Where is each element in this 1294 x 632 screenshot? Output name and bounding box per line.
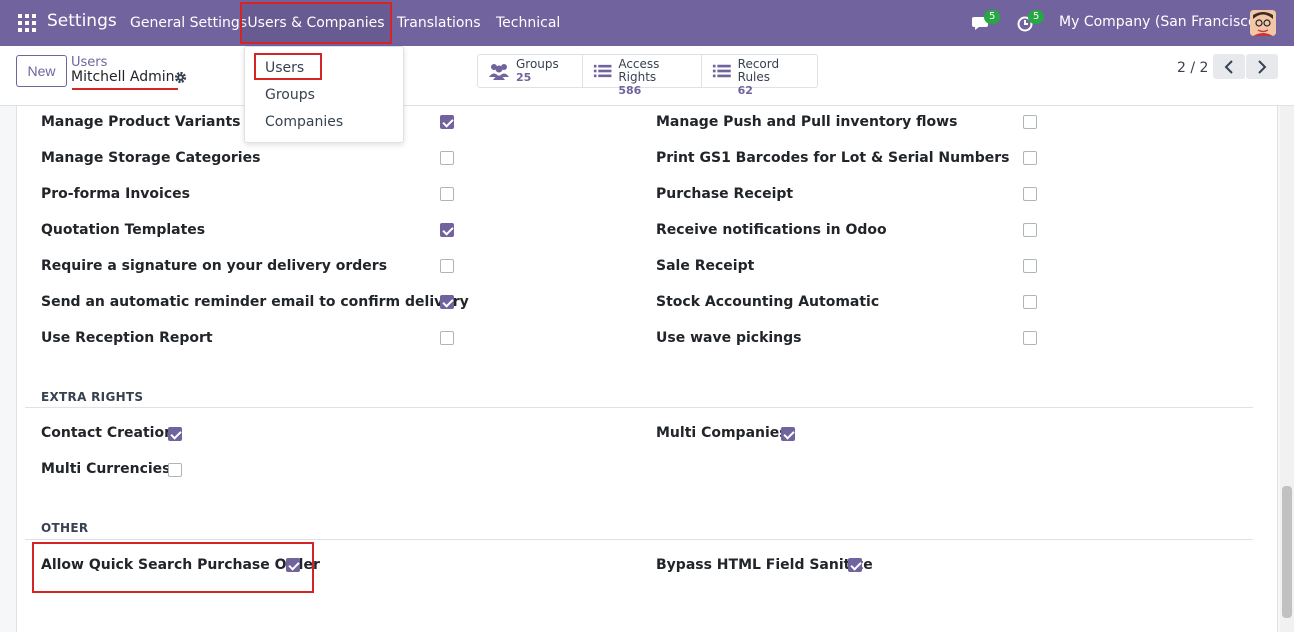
other-heading: OTHER [41,521,89,535]
pager-previous-button[interactable] [1213,54,1245,79]
groups-stat-button[interactable]: Groups 25 [478,55,583,87]
chevron-left-icon [1224,59,1233,74]
messages-badge: 5 [984,10,1001,24]
groups-label: Groups [516,57,559,71]
extra-right-label: Multi Currencies [41,461,171,477]
perm-left-checkbox[interactable] [440,187,454,201]
breadcrumb-highlight [72,88,178,90]
section-divider [25,539,1253,540]
top-navbar: Settings General Settings Users & Compan… [0,0,1294,46]
breadcrumb-current: Mitchell Admin [71,69,175,85]
extra-right-checkbox[interactable] [168,463,182,477]
perm-left-checkbox[interactable] [440,331,454,345]
extra-right-checkbox[interactable] [168,427,182,441]
perm-right-label: Manage Push and Pull inventory flows [656,114,958,130]
dropdown-item-groups[interactable]: Groups [265,87,315,103]
other-label: Bypass HTML Field Sanitize [656,557,873,573]
list-icon [712,64,731,78]
access-rights-label: Access Rights [618,57,660,84]
activities-button[interactable]: 5 [1016,10,1045,33]
users-companies-dropdown: Users Groups Companies [244,46,404,143]
perm-left-label: Require a signature on your delivery ord… [41,258,388,274]
extra-right-label: Contact Creation [41,425,175,441]
menu-technical[interactable]: Technical [496,0,560,46]
perm-left-checkbox[interactable] [440,115,454,129]
perm-right-checkbox[interactable] [1023,259,1037,273]
record-rules-count: 62 [737,84,753,97]
activities-badge: 5 [1028,10,1045,24]
breadcrumb-parent[interactable]: Users [71,55,107,70]
perm-right-checkbox[interactable] [1023,223,1037,237]
perm-left-checkbox[interactable] [440,223,454,237]
company-switcher[interactable]: My Company (San Francisco) [1059,14,1262,30]
record-rules-label: Record Rules [737,57,780,84]
perm-right-checkbox[interactable] [1023,115,1037,129]
dropdown-item-users[interactable]: Users [265,60,304,76]
perm-right-label: Sale Receipt [656,258,755,274]
apps-grid-icon[interactable] [18,14,36,32]
extra-right-label: Multi Companies [656,425,788,441]
section-divider [25,407,1253,408]
perm-right-checkbox[interactable] [1023,331,1037,345]
menu-translations[interactable]: Translations [397,0,481,46]
access-rights-count: 586 [618,84,642,97]
groups-count: 25 [516,71,532,84]
annotation-highlight-box [32,542,314,593]
avatar-face-icon [1250,10,1276,36]
perm-right-label: Receive notifications in Odoo [656,222,887,238]
app-brand[interactable]: Settings [47,11,117,31]
perm-left-label: Send an automatic reminder email to conf… [41,294,469,310]
perm-left-label: Pro-forma Invoices [41,186,190,202]
perm-left-checkbox[interactable] [440,151,454,165]
menu-general-settings[interactable]: General Settings [130,0,247,46]
smart-buttons: Groups 25 Access Rights 586 Record Rules… [477,54,818,97]
other-checkbox[interactable] [848,558,862,572]
list-icon [593,64,612,78]
chevron-right-icon [1258,59,1267,74]
perm-left-label: Manage Product Variants [41,114,241,130]
extra-right-checkbox[interactable] [781,427,795,441]
record-rules-stat-button[interactable]: Record Rules 62 [702,55,817,97]
user-avatar[interactable] [1250,10,1276,36]
menu-users-companies[interactable]: Users & Companies [240,2,392,44]
perm-right-label: Use wave pickings [656,330,802,346]
control-panel: New Users Mitchell Admin Groups 25 Acces… [0,46,1294,106]
scrollbar-thumb[interactable] [1282,486,1292,618]
messages-button[interactable]: 5 [972,10,1001,33]
perm-right-label: Print GS1 Barcodes for Lot & Serial Numb… [656,150,1010,166]
dropdown-item-companies[interactable]: Companies [265,114,343,130]
perm-left-checkbox[interactable] [440,295,454,309]
perm-right-checkbox[interactable] [1023,187,1037,201]
perm-right-checkbox[interactable] [1023,295,1037,309]
perm-left-label: Use Reception Report [41,330,213,346]
perm-left-label: Quotation Templates [41,222,206,238]
perm-right-checkbox[interactable] [1023,151,1037,165]
perm-left-checkbox[interactable] [440,259,454,273]
new-button[interactable]: New [16,55,67,87]
extra-rights-heading: EXTRA RIGHTS [41,390,144,404]
perm-left-label: Manage Storage Categories [41,150,261,166]
perm-right-label: Purchase Receipt [656,186,794,202]
perm-right-label: Stock Accounting Automatic [656,294,880,310]
pager-value[interactable]: 2 / 2 [1177,60,1208,76]
users-icon [489,64,509,80]
pager-next-button[interactable] [1246,54,1278,79]
access-rights-stat-button[interactable]: Access Rights 586 [583,55,702,97]
gear-icon[interactable] [174,71,187,84]
